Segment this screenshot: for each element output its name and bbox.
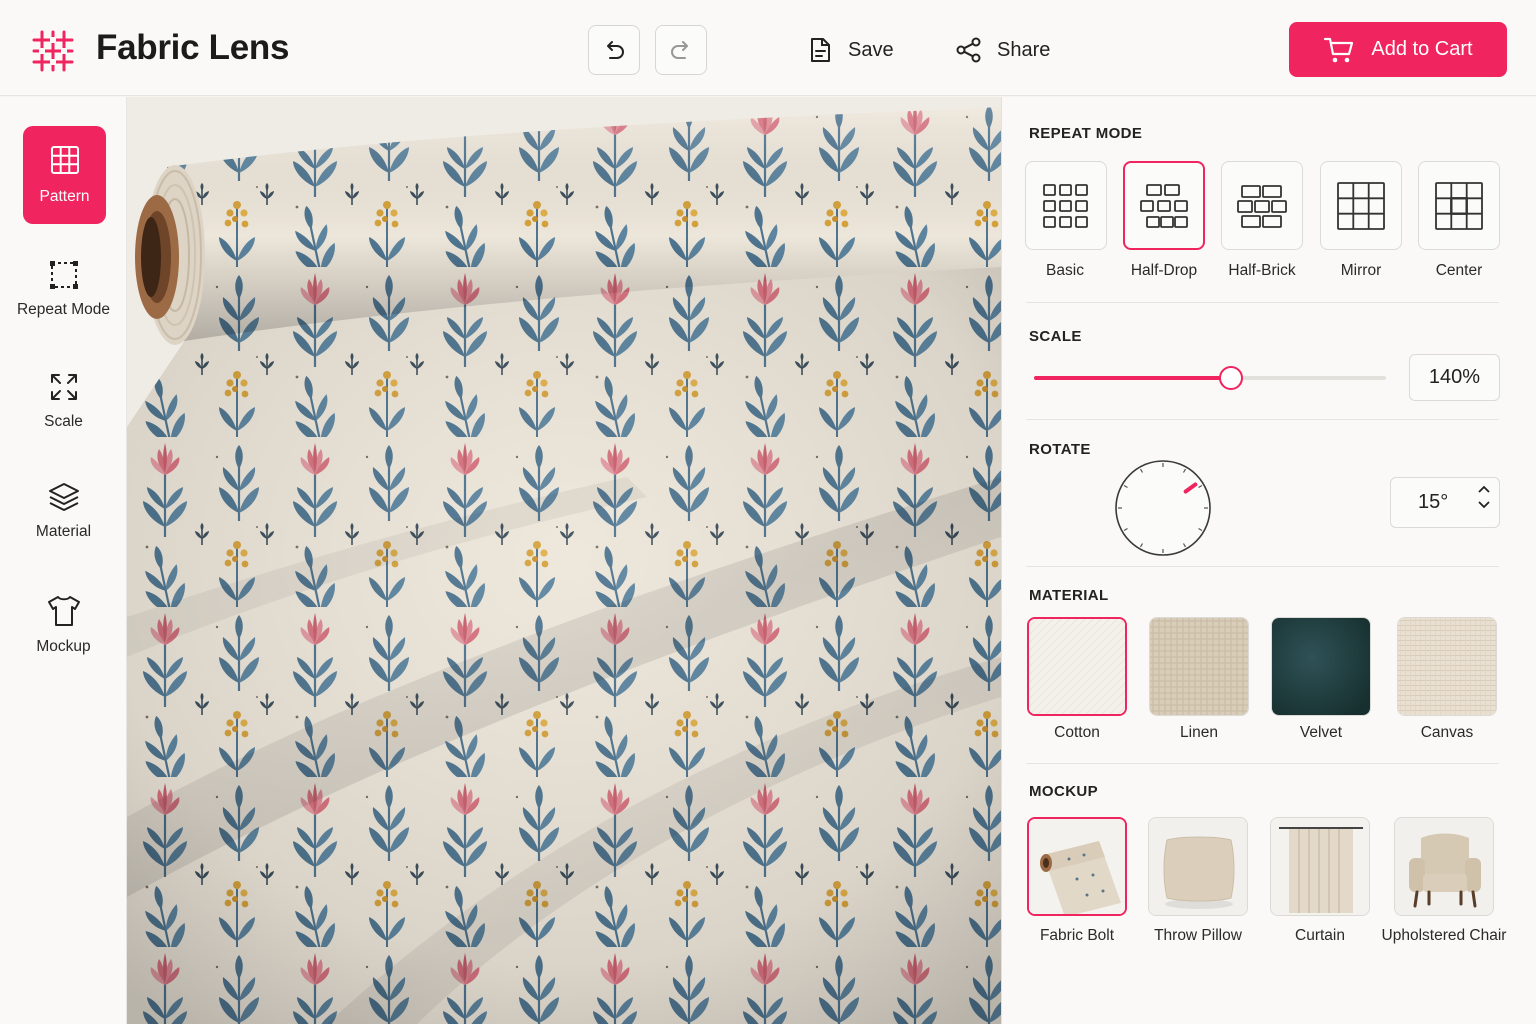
app-title: Fabric Lens (96, 28, 290, 67)
linen-swatch (1150, 618, 1248, 715)
redo-icon (671, 41, 688, 59)
sidebar-item-label: Repeat Mode (16, 301, 111, 318)
share-button[interactable]: Share (955, 30, 1050, 70)
section-divider (1026, 566, 1499, 567)
basic-repeat-icon (1043, 183, 1088, 228)
half-drop-repeat-icon (1140, 183, 1188, 228)
add-to-cart-button[interactable]: Add to Cart (1289, 22, 1507, 77)
mockup-option-label: Fabric Bolt (1039, 927, 1115, 944)
section-divider (1026, 302, 1499, 303)
rotate-value: 15° (1418, 491, 1449, 513)
repeat-option-label: Half-Drop (1130, 262, 1198, 279)
material-option-cotton[interactable] (1027, 617, 1127, 716)
tool-sidebar: Pattern Repeat Mode Scale Material Mocku… (0, 97, 127, 1024)
section-divider (1026, 763, 1499, 764)
repeat-option-half-brick[interactable] (1221, 161, 1303, 250)
scale-slider-thumb[interactable] (1219, 366, 1244, 390)
undo-icon (607, 41, 624, 59)
repeat-option-label: Basic (1046, 262, 1084, 279)
repeat-option-basic[interactable] (1025, 161, 1107, 250)
material-option-label: Velvet (1299, 724, 1343, 741)
canvas-swatch (1398, 618, 1496, 715)
fabric-bolt-image (127, 97, 1001, 1024)
add-to-cart-label: Add to Cart (1371, 38, 1473, 60)
save-button[interactable]: Save (806, 30, 894, 70)
repeat-option-center[interactable] (1418, 161, 1500, 250)
sidebar-item-pattern[interactable]: Pattern (23, 126, 106, 224)
material-option-label: Linen (1180, 724, 1218, 741)
scale-value: 140% (1428, 366, 1481, 388)
fabric-preview[interactable] (127, 97, 1001, 1024)
material-option-label: Canvas (1420, 724, 1474, 741)
share-icon (956, 37, 981, 63)
repeat-option-label: Half-Brick (1228, 262, 1296, 279)
scale-slider-fill (1034, 376, 1232, 380)
sidebar-item-repeat-mode[interactable]: Repeat Mode (0, 259, 127, 319)
fabric-bolt-thumbnail (1029, 819, 1125, 914)
expand-arrows-icon (50, 374, 77, 400)
repeat-option-label: Center (1435, 262, 1483, 279)
mockup-option-upholstered-chair[interactable] (1394, 817, 1494, 916)
mockup-title: MOCKUP (1029, 783, 1099, 800)
repeat-option-mirror[interactable] (1320, 161, 1402, 250)
chevron-up-icon[interactable] (1477, 484, 1491, 494)
sidebar-item-mockup[interactable]: Mockup (0, 594, 127, 656)
mockup-option-label: Curtain (1295, 927, 1345, 944)
redo-button[interactable] (655, 25, 707, 75)
scale-slider[interactable] (1034, 366, 1386, 390)
repeat-option-half-drop[interactable] (1123, 161, 1205, 250)
sidebar-item-label: Material (35, 523, 92, 540)
scale-value-field[interactable]: 140% (1409, 354, 1500, 401)
material-option-canvas[interactable] (1397, 617, 1497, 716)
mockup-option-fabric-bolt[interactable] (1027, 817, 1127, 916)
half-brick-repeat-icon (1237, 184, 1287, 228)
velvet-swatch (1272, 618, 1370, 715)
rotate-title: ROTATE (1029, 441, 1091, 458)
center-repeat-icon (1435, 181, 1483, 230)
rotate-stepper[interactable] (1477, 484, 1491, 510)
layers-icon (48, 483, 79, 511)
material-option-linen[interactable] (1149, 617, 1249, 716)
rotate-value-field[interactable]: 15° (1390, 477, 1500, 528)
sidebar-item-material[interactable]: Material (0, 481, 127, 541)
cotton-swatch (1029, 619, 1125, 714)
section-divider (1026, 419, 1499, 420)
mockup-option-curtain[interactable] (1270, 817, 1370, 916)
share-label: Share (997, 38, 1051, 61)
settings-panel: REPEAT MODE Basic Half-Drop Half-Brick M… (1001, 97, 1536, 1024)
material-option-velvet[interactable] (1271, 617, 1371, 716)
curtain-thumbnail (1271, 818, 1369, 915)
mockup-option-label: Upholstered Chair (1381, 927, 1507, 944)
material-option-label: Cotton (1054, 724, 1100, 741)
save-label: Save (848, 38, 894, 61)
app-header: Fabric Lens Save Share Add to Cart (0, 0, 1536, 96)
sidebar-item-scale[interactable]: Scale (0, 371, 127, 431)
mockup-option-label: Throw Pillow (1154, 927, 1242, 944)
repeat-frame-icon (49, 261, 78, 289)
chevron-down-icon[interactable] (1477, 500, 1491, 510)
scale-title: SCALE (1029, 328, 1082, 345)
cart-icon (1324, 37, 1354, 62)
sidebar-item-label: Pattern (39, 188, 90, 205)
rotate-dial[interactable] (1114, 459, 1212, 557)
material-title: MATERIAL (1029, 587, 1109, 604)
sidebar-item-label: Scale (44, 413, 83, 430)
sidebar-item-label: Mockup (36, 638, 91, 655)
upholstered-chair-thumbnail (1395, 818, 1493, 915)
repeat-mode-title: REPEAT MODE (1029, 125, 1143, 142)
save-icon (811, 38, 830, 62)
undo-button[interactable] (588, 25, 640, 75)
throw-pillow-thumbnail (1149, 818, 1247, 915)
mockup-option-throw-pillow[interactable] (1148, 817, 1248, 916)
fabric-logo-icon (32, 30, 74, 72)
tshirt-icon (47, 596, 80, 626)
repeat-option-label: Mirror (1340, 262, 1382, 279)
mirror-repeat-icon (1337, 181, 1385, 230)
grid-icon (50, 146, 79, 174)
